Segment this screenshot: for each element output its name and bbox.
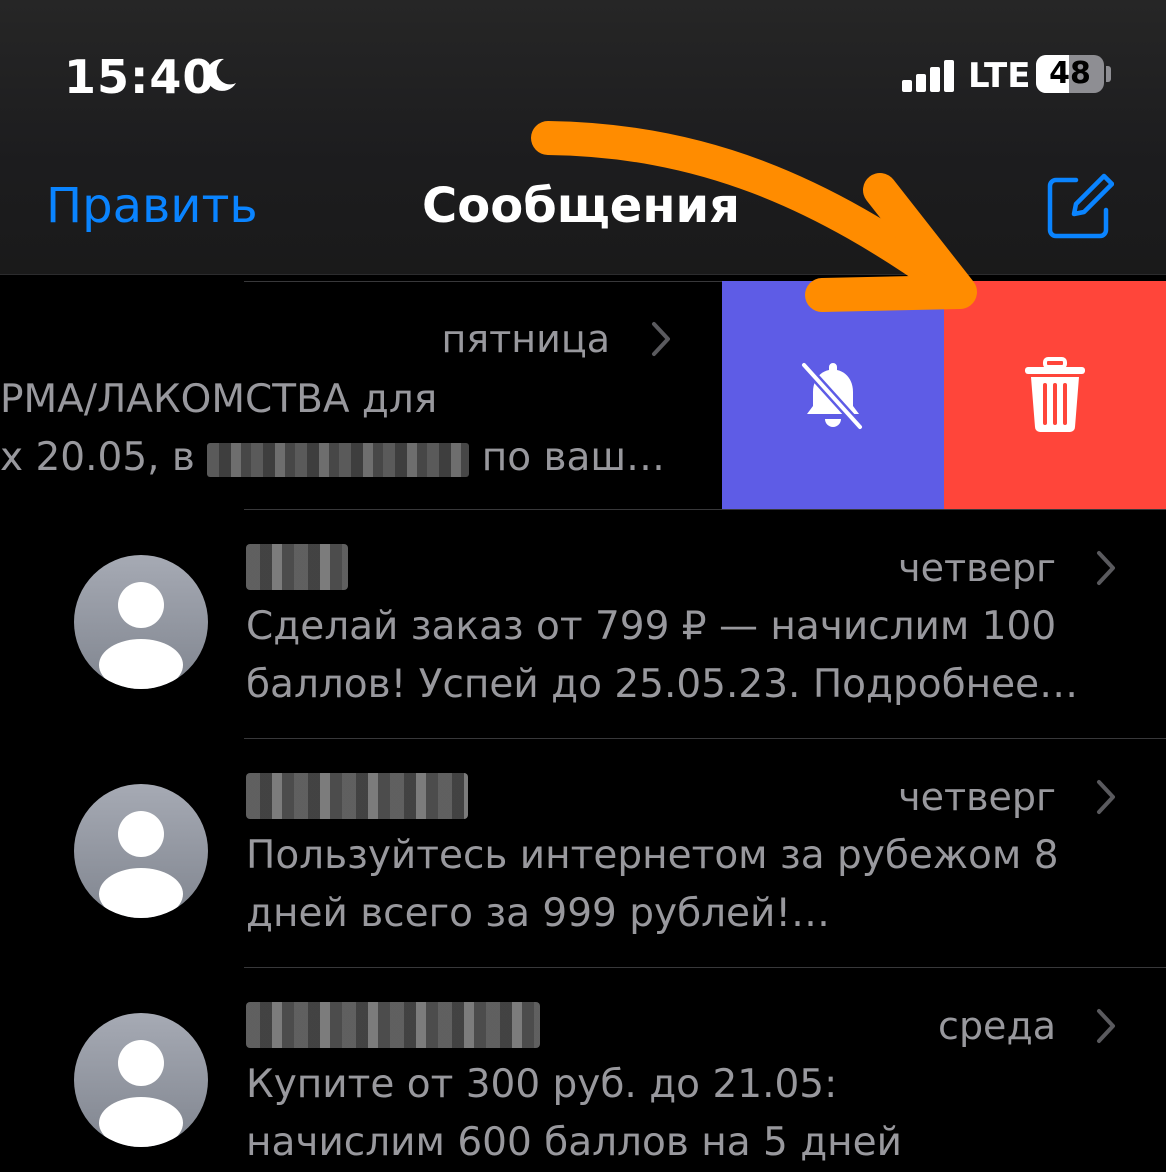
sender-name <box>246 773 468 819</box>
preview-line: Пользуйтесь интернетом за рубежом 8 <box>246 833 1059 878</box>
conversation-row[interactable]: четверг Сделай заказ от 799 ₽ — начислим… <box>0 510 1166 738</box>
battery-tip <box>1106 66 1111 82</box>
message-preview: Сделай заказ от 799 ₽ — начислим 100 бал… <box>246 598 1126 714</box>
chevron-right-icon <box>652 322 670 356</box>
person-icon <box>99 582 183 689</box>
preview-text: по ваш… <box>481 435 666 480</box>
preview-text: х 20.05, в <box>0 435 195 480</box>
preview-line: РМА/ЛАКОМСТВА для <box>0 377 438 422</box>
redacted-text <box>207 442 470 477</box>
avatar <box>74 1013 208 1147</box>
battery-icon: 48 <box>1036 55 1104 93</box>
preview-line: баллов! Успей до 25.05.23. Подробнее… <box>246 662 1079 707</box>
redacted-sender <box>246 1002 540 1048</box>
preview-line: начислим 600 баллов на 5 дней <box>246 1120 903 1165</box>
avatar <box>74 555 208 689</box>
preview-line: дней всего за 999 рублей!… <box>246 891 831 936</box>
message-date: четверг <box>898 546 1056 590</box>
chevron-right-icon <box>1097 780 1115 814</box>
compose-icon[interactable] <box>1046 172 1114 240</box>
redacted-sender <box>246 773 468 819</box>
bell-slash-icon <box>799 360 865 432</box>
message-date: четверг <box>898 775 1056 819</box>
sender-name <box>246 544 348 590</box>
avatar <box>74 784 208 918</box>
conversation-row[interactable]: среда Купите от 300 руб. до 21.05: начис… <box>0 968 1166 1166</box>
preview-line: х 20.05, в по ваш… <box>0 429 720 487</box>
row-divider <box>244 281 722 282</box>
header-divider <box>0 274 1166 275</box>
message-date: пятница <box>441 317 610 361</box>
redacted-sender <box>246 544 348 590</box>
preview-line: Купите от 300 руб. до 21.05: <box>246 1062 838 1107</box>
person-icon <box>99 1040 183 1147</box>
page-title-text: Сообщения <box>422 178 740 234</box>
delete-button[interactable] <box>944 281 1166 509</box>
message-preview: РМА/ЛАКОМСТВА для х 20.05, в по ваш… <box>0 371 720 487</box>
preview-line: Сделай заказ от 799 ₽ — начислим 100 <box>246 604 1057 649</box>
network-type: LTE <box>968 56 1031 96</box>
chevron-right-icon <box>1097 1009 1115 1043</box>
sender-name <box>246 1002 540 1048</box>
message-preview: Пользуйтесь интернетом за рубежом 8 дней… <box>246 827 1126 943</box>
person-icon <box>99 811 183 918</box>
page-title: Сообщения <box>0 178 1166 234</box>
signal-icon <box>902 58 958 92</box>
moon-icon <box>206 58 236 91</box>
mute-button[interactable] <box>722 281 944 509</box>
message-date: среда <box>938 1004 1056 1048</box>
battery-percent: 48 <box>1049 56 1091 91</box>
message-preview: Купите от 300 руб. до 21.05: начислим 60… <box>246 1056 1126 1172</box>
trash-icon <box>1025 357 1085 432</box>
conversation-row[interactable]: четверг Пользуйтесь интернетом за рубежо… <box>0 739 1166 967</box>
chevron-right-icon <box>1097 551 1115 585</box>
status-time: 15:40 <box>64 50 216 104</box>
